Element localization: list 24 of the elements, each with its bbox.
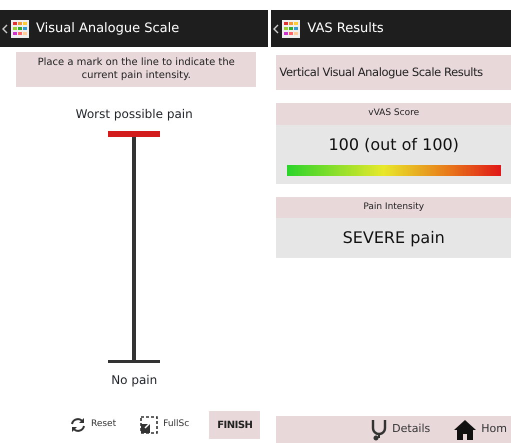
section-label: vVAS Score [276,103,511,125]
back-icon[interactable] [273,24,280,34]
section-label: Pain Intensity [276,196,511,218]
app-icon [282,20,300,38]
instruction-text: Place a mark on the line to indicate the current pain intensity. [16,52,256,87]
screen-title: Visual Analogue Scale [36,20,180,38]
back-icon[interactable] [2,24,8,34]
scale-marker[interactable] [108,131,160,137]
screen-title: VAS Results [307,20,384,38]
toolbar-button[interactable]: Hom [450,418,511,442]
stethoscope-icon [371,418,388,440]
results-heading: Vertical Visual Analogue Scale Results [276,55,511,90]
home-icon [454,420,476,440]
scale-bottom-label: No pain [111,372,158,389]
toolbar-button[interactable]: FullSc [136,414,194,436]
fullscreen-icon [140,416,158,434]
toolbar-button[interactable]: Details [367,416,434,442]
toolbar-button[interactable]: Reset [66,415,120,435]
refresh-icon [70,417,86,433]
score-value: 100 (out of 100) [328,134,459,156]
score-value: SEVERE pain [342,227,445,250]
finish-button[interactable]: FINISH [209,411,260,439]
app-icon [11,20,29,38]
scale-top-label: Worst possible pain [76,106,193,123]
